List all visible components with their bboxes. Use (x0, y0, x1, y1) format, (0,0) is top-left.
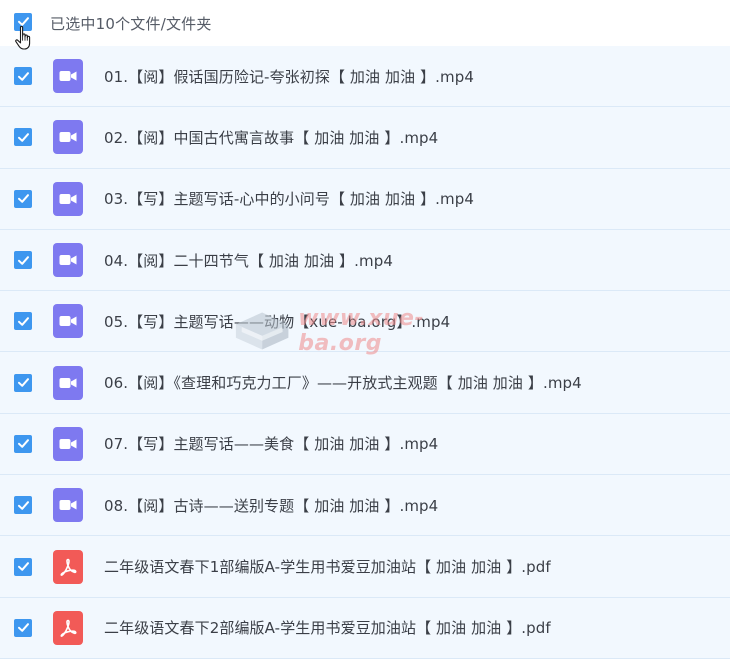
checkmark-icon (17, 500, 29, 510)
file-row[interactable]: 01.【阅】假话国历险记-夸张初探【 加油 加油 】.mp4 (0, 46, 730, 108)
file-name[interactable]: 04.【阅】二十四节气【 加油 加油 】.mp4 (104, 250, 393, 271)
checkmark-icon (17, 133, 29, 142)
video-camera-glyph (59, 377, 77, 388)
file-name[interactable]: 06.【阅】《查理和巧克力工厂》——开放式主观题【 加油 加油 】.mp4 (104, 372, 582, 393)
checkmark-icon (17, 439, 29, 449)
selection-count-text: 已选中10个文件/文件夹 (50, 14, 212, 33)
video-file-icon (53, 243, 83, 278)
pdf-acrobat-glyph (60, 558, 77, 576)
file-row[interactable]: 02.【阅】中国古代寓言故事【 加油 加油 】.mp4 (0, 107, 730, 169)
video-camera-glyph (59, 71, 77, 82)
video-camera-glyph (59, 438, 77, 449)
checkmark-icon (17, 317, 29, 326)
file-list: 01.【阅】假话国历险记-夸张初探【 加油 加油 】.mp4 02.【阅】中国古代… (0, 46, 730, 659)
checkmark-icon (17, 255, 29, 265)
file-name[interactable]: 05.【写】主题写话——动物【xue- ba.org】.mp4 (104, 311, 450, 332)
file-row[interactable]: 03.【写】主题写话-心中的小问号【 加油 加油 】.mp4 (0, 168, 730, 230)
video-camera-glyph (59, 255, 77, 266)
file-name[interactable]: 07.【写】主题写话——美食【 加油 加油 】.mp4 (104, 433, 438, 454)
file-name[interactable]: 08.【阅】古诗——送别专题【 加油 加油 】.mp4 (104, 495, 438, 516)
file-row[interactable]: 06.【阅】《查理和巧克力工厂》——开放式主观题【 加油 加油 】.mp4 (0, 352, 730, 414)
video-camera-glyph (59, 500, 77, 511)
video-file-icon (53, 488, 83, 523)
file-row[interactable]: 04.【阅】二十四节气【 加油 加油 】.mp4 (0, 229, 730, 292)
file-checkbox[interactable] (14, 434, 32, 453)
pdf-file-icon (53, 549, 83, 584)
checkmark-icon (17, 71, 29, 81)
file-name[interactable]: 二年级语文春下1部编版A-学生用书爱豆加油站【 加油 加油 】.pdf (104, 556, 551, 577)
video-camera-glyph (59, 193, 77, 204)
hand-pointer-icon (15, 25, 31, 50)
file-name[interactable]: 01.【阅】假话国历险记-夸张初探【 加油 加油 】.mp4 (104, 66, 474, 87)
checkmark-icon (17, 562, 29, 571)
video-file-icon (53, 304, 83, 339)
video-file-icon (53, 365, 83, 400)
file-name[interactable]: 02.【阅】中国古代寓言故事【 加油 加油 】.mp4 (104, 127, 438, 148)
video-file-icon (53, 120, 83, 155)
video-file-icon (53, 426, 83, 461)
checkmark-icon (17, 194, 29, 204)
file-row[interactable]: 07.【写】主题写话——美食【 加油 加油 】.mp4 (0, 413, 730, 476)
file-checkbox[interactable] (14, 496, 32, 515)
file-row[interactable]: 05.【写】主题写话——动物【xue- ba.org】.mp4 (0, 291, 730, 353)
file-checkbox[interactable] (14, 618, 32, 637)
video-camera-glyph (59, 132, 77, 143)
file-checkbox[interactable] (14, 67, 32, 86)
video-camera-glyph (59, 316, 77, 327)
checkmark-icon (17, 623, 29, 633)
file-checkbox[interactable] (14, 251, 32, 270)
file-row[interactable]: 08.【阅】古诗——送别专题【 加油 加油 】.mp4 (0, 475, 730, 537)
file-list-panel: 已选中10个文件/文件夹 01.【阅】假话国历险记-夸张初探【 加油 加油 】.… (0, 0, 730, 665)
file-checkbox[interactable] (14, 312, 32, 331)
pdf-file-icon (53, 610, 83, 645)
file-row[interactable]: 二年级语文春下2部编版A-学生用书爱豆加油站【 加油 加油 】.pdf (0, 597, 730, 659)
checkmark-icon (17, 378, 29, 387)
file-checkbox[interactable] (14, 373, 32, 392)
file-checkbox[interactable] (14, 189, 32, 208)
file-row[interactable]: 二年级语文春下1部编版A-学生用书爱豆加油站【 加油 加油 】.pdf (0, 536, 730, 598)
file-checkbox[interactable] (14, 128, 32, 147)
selection-header: 已选中10个文件/文件夹 (0, 0, 730, 46)
file-name[interactable]: 03.【写】主题写话-心中的小问号【 加油 加油 】.mp4 (104, 188, 474, 209)
file-name[interactable]: 二年级语文春下2部编版A-学生用书爱豆加油站【 加油 加油 】.pdf (104, 617, 551, 638)
pdf-acrobat-glyph (60, 619, 77, 637)
video-file-icon (53, 181, 83, 216)
file-checkbox[interactable] (14, 557, 32, 576)
video-file-icon (53, 59, 83, 94)
